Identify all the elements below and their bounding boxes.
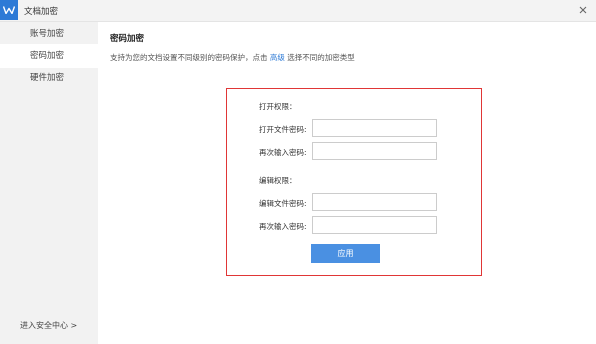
description: 支持为您的文档设置不同级别的密码保护，点击 高级 选择不同的加密类型	[110, 52, 355, 63]
edit-password-label: 编辑文件密码:	[259, 199, 307, 208]
description-text: 支持为您的文档设置不同级别的密码保护，点击	[110, 53, 268, 62]
sidebar-item-hardware-encryption[interactable]: 硬件加密	[0, 66, 98, 90]
security-center-link[interactable]: 进入安全中心 >	[20, 320, 77, 331]
open-confirm-label: 再次输入密码:	[259, 148, 307, 157]
main-content: 密码加密 支持为您的文档设置不同级别的密码保护，点击 高级 选择不同的加密类型 …	[98, 22, 596, 344]
open-permission-heading: 打开权限：	[259, 102, 297, 111]
open-password-input[interactable]	[312, 119, 437, 137]
window-title: 文档加密	[24, 7, 59, 17]
document-encryption-window: 文档加密 账号加密 密码加密 硬件加密 进入安全中心 > 密码加密 支持为您的文…	[0, 0, 596, 344]
edit-confirm-input[interactable]	[312, 216, 437, 234]
close-icon[interactable]	[576, 3, 590, 17]
edit-permission-heading: 编辑权限：	[259, 176, 297, 185]
edit-confirm-label: 再次输入密码:	[259, 222, 307, 231]
advanced-link[interactable]: 高级	[270, 53, 285, 62]
open-confirm-input[interactable]	[312, 142, 437, 160]
page-title: 密码加密	[110, 34, 145, 44]
wps-logo-icon	[0, 0, 18, 20]
password-settings-panel: 打开权限： 打开文件密码: 再次输入密码: 编辑权限： 编辑文件密码: 再次输入…	[226, 88, 482, 276]
title-bar: 文档加密	[0, 0, 596, 22]
description-text-tail: 选择不同的加密类型	[287, 53, 355, 62]
sidebar-item-password-encryption[interactable]: 密码加密	[0, 44, 98, 68]
sidebar: 账号加密 密码加密 硬件加密 进入安全中心 >	[0, 22, 98, 344]
open-password-label: 打开文件密码:	[259, 125, 307, 134]
sidebar-item-account-encryption[interactable]: 账号加密	[0, 22, 98, 46]
apply-button[interactable]: 应用	[311, 244, 380, 263]
edit-password-input[interactable]	[312, 193, 437, 211]
